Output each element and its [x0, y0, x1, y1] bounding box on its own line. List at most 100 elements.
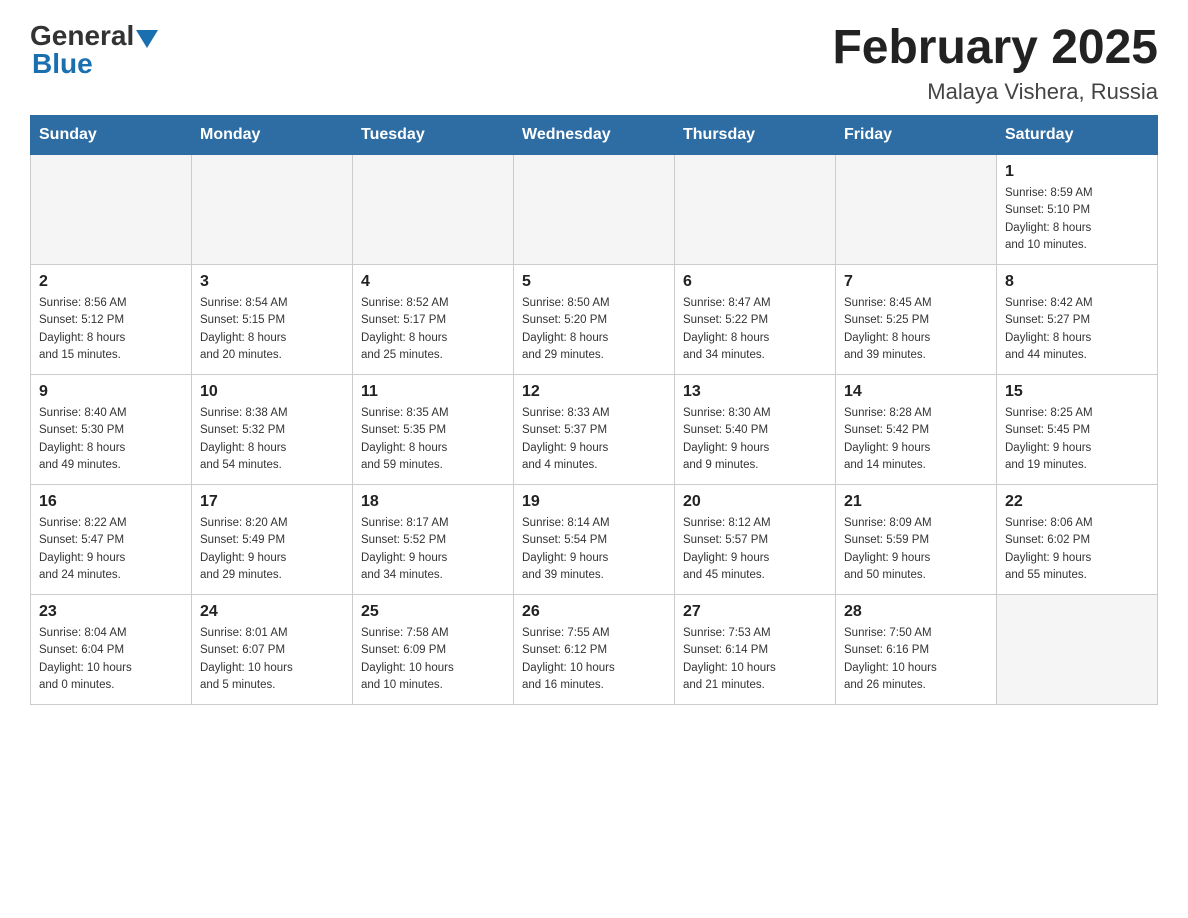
- calendar-cell: 11 Sunrise: 8:35 AM Sunset: 5:35 PM Dayli…: [353, 375, 514, 485]
- day-info: Sunrise: 8:12 AM Sunset: 5:57 PM Dayligh…: [683, 515, 827, 584]
- day-number: 8: [1005, 273, 1149, 291]
- calendar-cell: [514, 155, 675, 265]
- day-number: 1: [1005, 163, 1149, 181]
- day-info: Sunrise: 7:50 AM Sunset: 6:16 PM Dayligh…: [844, 625, 988, 694]
- day-info: Sunrise: 8:54 AM Sunset: 5:15 PM Dayligh…: [200, 295, 344, 364]
- weekday-header-tuesday: Tuesday: [353, 116, 514, 155]
- day-info: Sunrise: 8:42 AM Sunset: 5:27 PM Dayligh…: [1005, 295, 1149, 364]
- calendar-cell: 19 Sunrise: 8:14 AM Sunset: 5:54 PM Dayli…: [514, 485, 675, 595]
- day-info: Sunrise: 8:17 AM Sunset: 5:52 PM Dayligh…: [361, 515, 505, 584]
- calendar-week-row: 2Sunrise: 8:56 AM Sunset: 5:12 PM Daylig…: [31, 265, 1158, 375]
- calendar-cell: 4 Sunrise: 8:52 AM Sunset: 5:17 PM Daylig…: [353, 265, 514, 375]
- calendar-week-row: 1 Sunrise: 8:59 AM Sunset: 5:10 PM Daylig…: [31, 155, 1158, 265]
- calendar-cell: 24 Sunrise: 8:01 AM Sunset: 6:07 PM Dayli…: [192, 595, 353, 705]
- day-number: 14: [844, 383, 988, 401]
- day-info: Sunrise: 8:40 AM Sunset: 5:30 PM Dayligh…: [39, 405, 183, 474]
- day-number: 23: [39, 603, 183, 621]
- day-number: 5: [522, 273, 666, 291]
- weekday-header-saturday: Saturday: [997, 116, 1158, 155]
- calendar-cell: [353, 155, 514, 265]
- calendar-cell: 17 Sunrise: 8:20 AM Sunset: 5:49 PM Dayli…: [192, 485, 353, 595]
- day-info: Sunrise: 8:04 AM Sunset: 6:04 PM Dayligh…: [39, 625, 183, 694]
- day-info: Sunrise: 8:45 AM Sunset: 5:25 PM Dayligh…: [844, 295, 988, 364]
- day-number: 26: [522, 603, 666, 621]
- calendar-cell: [192, 155, 353, 265]
- calendar-cell: 15 Sunrise: 8:25 AM Sunset: 5:45 PM Dayli…: [997, 375, 1158, 485]
- calendar-cell: 20 Sunrise: 8:12 AM Sunset: 5:57 PM Dayli…: [675, 485, 836, 595]
- calendar-cell: [836, 155, 997, 265]
- weekday-header-monday: Monday: [192, 116, 353, 155]
- calendar-cell: 16 Sunrise: 8:22 AM Sunset: 5:47 PM Dayli…: [31, 485, 192, 595]
- calendar-cell: 23 Sunrise: 8:04 AM Sunset: 6:04 PM Dayli…: [31, 595, 192, 705]
- calendar-cell: 14Sunrise: 8:28 AM Sunset: 5:42 PM Dayli…: [836, 375, 997, 485]
- day-number: 7: [844, 273, 988, 291]
- day-number: 12: [522, 383, 666, 401]
- day-info: Sunrise: 8:59 AM Sunset: 5:10 PM Dayligh…: [1005, 185, 1149, 254]
- calendar-cell: 5 Sunrise: 8:50 AM Sunset: 5:20 PM Daylig…: [514, 265, 675, 375]
- calendar-cell: 6 Sunrise: 8:47 AM Sunset: 5:22 PM Daylig…: [675, 265, 836, 375]
- day-info: Sunrise: 8:52 AM Sunset: 5:17 PM Dayligh…: [361, 295, 505, 364]
- calendar-cell: 28 Sunrise: 7:50 AM Sunset: 6:16 PM Dayli…: [836, 595, 997, 705]
- day-info: Sunrise: 8:50 AM Sunset: 5:20 PM Dayligh…: [522, 295, 666, 364]
- day-info: Sunrise: 8:30 AM Sunset: 5:40 PM Dayligh…: [683, 405, 827, 474]
- weekday-header-sunday: Sunday: [31, 116, 192, 155]
- weekday-header-row: SundayMondayTuesdayWednesdayThursdayFrid…: [31, 116, 1158, 155]
- weekday-header-thursday: Thursday: [675, 116, 836, 155]
- day-info: Sunrise: 8:14 AM Sunset: 5:54 PM Dayligh…: [522, 515, 666, 584]
- calendar-cell: [31, 155, 192, 265]
- day-number: 24: [200, 603, 344, 621]
- day-info: Sunrise: 8:20 AM Sunset: 5:49 PM Dayligh…: [200, 515, 344, 584]
- day-info: Sunrise: 8:01 AM Sunset: 6:07 PM Dayligh…: [200, 625, 344, 694]
- calendar-cell: 25 Sunrise: 7:58 AM Sunset: 6:09 PM Dayli…: [353, 595, 514, 705]
- weekday-header-wednesday: Wednesday: [514, 116, 675, 155]
- calendar-cell: 18 Sunrise: 8:17 AM Sunset: 5:52 PM Dayli…: [353, 485, 514, 595]
- day-number: 6: [683, 273, 827, 291]
- day-info: Sunrise: 8:09 AM Sunset: 5:59 PM Dayligh…: [844, 515, 988, 584]
- day-info: Sunrise: 8:06 AM Sunset: 6:02 PM Dayligh…: [1005, 515, 1149, 584]
- day-info: Sunrise: 8:35 AM Sunset: 5:35 PM Dayligh…: [361, 405, 505, 474]
- day-number: 16: [39, 493, 183, 511]
- logo-triangle-icon: [136, 30, 158, 48]
- logo-text-blue: Blue: [32, 48, 93, 80]
- day-info: Sunrise: 8:25 AM Sunset: 5:45 PM Dayligh…: [1005, 405, 1149, 474]
- day-number: 4: [361, 273, 505, 291]
- calendar-cell: 2Sunrise: 8:56 AM Sunset: 5:12 PM Daylig…: [31, 265, 192, 375]
- day-info: Sunrise: 7:58 AM Sunset: 6:09 PM Dayligh…: [361, 625, 505, 694]
- day-number: 17: [200, 493, 344, 511]
- month-title: February 2025: [832, 20, 1158, 75]
- location-title: Malaya Vishera, Russia: [832, 79, 1158, 105]
- calendar-cell: 27 Sunrise: 7:53 AM Sunset: 6:14 PM Dayli…: [675, 595, 836, 705]
- day-info: Sunrise: 7:53 AM Sunset: 6:14 PM Dayligh…: [683, 625, 827, 694]
- day-info: Sunrise: 8:47 AM Sunset: 5:22 PM Dayligh…: [683, 295, 827, 364]
- day-number: 13: [683, 383, 827, 401]
- calendar-cell: 26Sunrise: 7:55 AM Sunset: 6:12 PM Dayli…: [514, 595, 675, 705]
- calendar-cell: 10 Sunrise: 8:38 AM Sunset: 5:32 PM Dayli…: [192, 375, 353, 485]
- day-number: 25: [361, 603, 505, 621]
- day-number: 11: [361, 383, 505, 401]
- calendar-table: SundayMondayTuesdayWednesdayThursdayFrid…: [30, 115, 1158, 705]
- day-info: Sunrise: 8:33 AM Sunset: 5:37 PM Dayligh…: [522, 405, 666, 474]
- day-number: 10: [200, 383, 344, 401]
- calendar-cell: 8 Sunrise: 8:42 AM Sunset: 5:27 PM Daylig…: [997, 265, 1158, 375]
- title-block: February 2025 Malaya Vishera, Russia: [832, 20, 1158, 105]
- weekday-header-friday: Friday: [836, 116, 997, 155]
- calendar-cell: 21Sunrise: 8:09 AM Sunset: 5:59 PM Dayli…: [836, 485, 997, 595]
- calendar-week-row: 23 Sunrise: 8:04 AM Sunset: 6:04 PM Dayli…: [31, 595, 1158, 705]
- day-number: 19: [522, 493, 666, 511]
- day-info: Sunrise: 8:22 AM Sunset: 5:47 PM Dayligh…: [39, 515, 183, 584]
- calendar-cell: 13 Sunrise: 8:30 AM Sunset: 5:40 PM Dayli…: [675, 375, 836, 485]
- calendar-cell: 1 Sunrise: 8:59 AM Sunset: 5:10 PM Daylig…: [997, 155, 1158, 265]
- calendar-week-row: 9Sunrise: 8:40 AM Sunset: 5:30 PM Daylig…: [31, 375, 1158, 485]
- calendar-cell: 7 Sunrise: 8:45 AM Sunset: 5:25 PM Daylig…: [836, 265, 997, 375]
- calendar-cell: 3Sunrise: 8:54 AM Sunset: 5:15 PM Daylig…: [192, 265, 353, 375]
- logo: General Blue: [30, 20, 158, 80]
- day-info: Sunrise: 8:56 AM Sunset: 5:12 PM Dayligh…: [39, 295, 183, 364]
- day-number: 27: [683, 603, 827, 621]
- day-info: Sunrise: 8:38 AM Sunset: 5:32 PM Dayligh…: [200, 405, 344, 474]
- day-number: 22: [1005, 493, 1149, 511]
- day-number: 20: [683, 493, 827, 511]
- day-number: 18: [361, 493, 505, 511]
- day-number: 28: [844, 603, 988, 621]
- day-number: 15: [1005, 383, 1149, 401]
- calendar-cell: [675, 155, 836, 265]
